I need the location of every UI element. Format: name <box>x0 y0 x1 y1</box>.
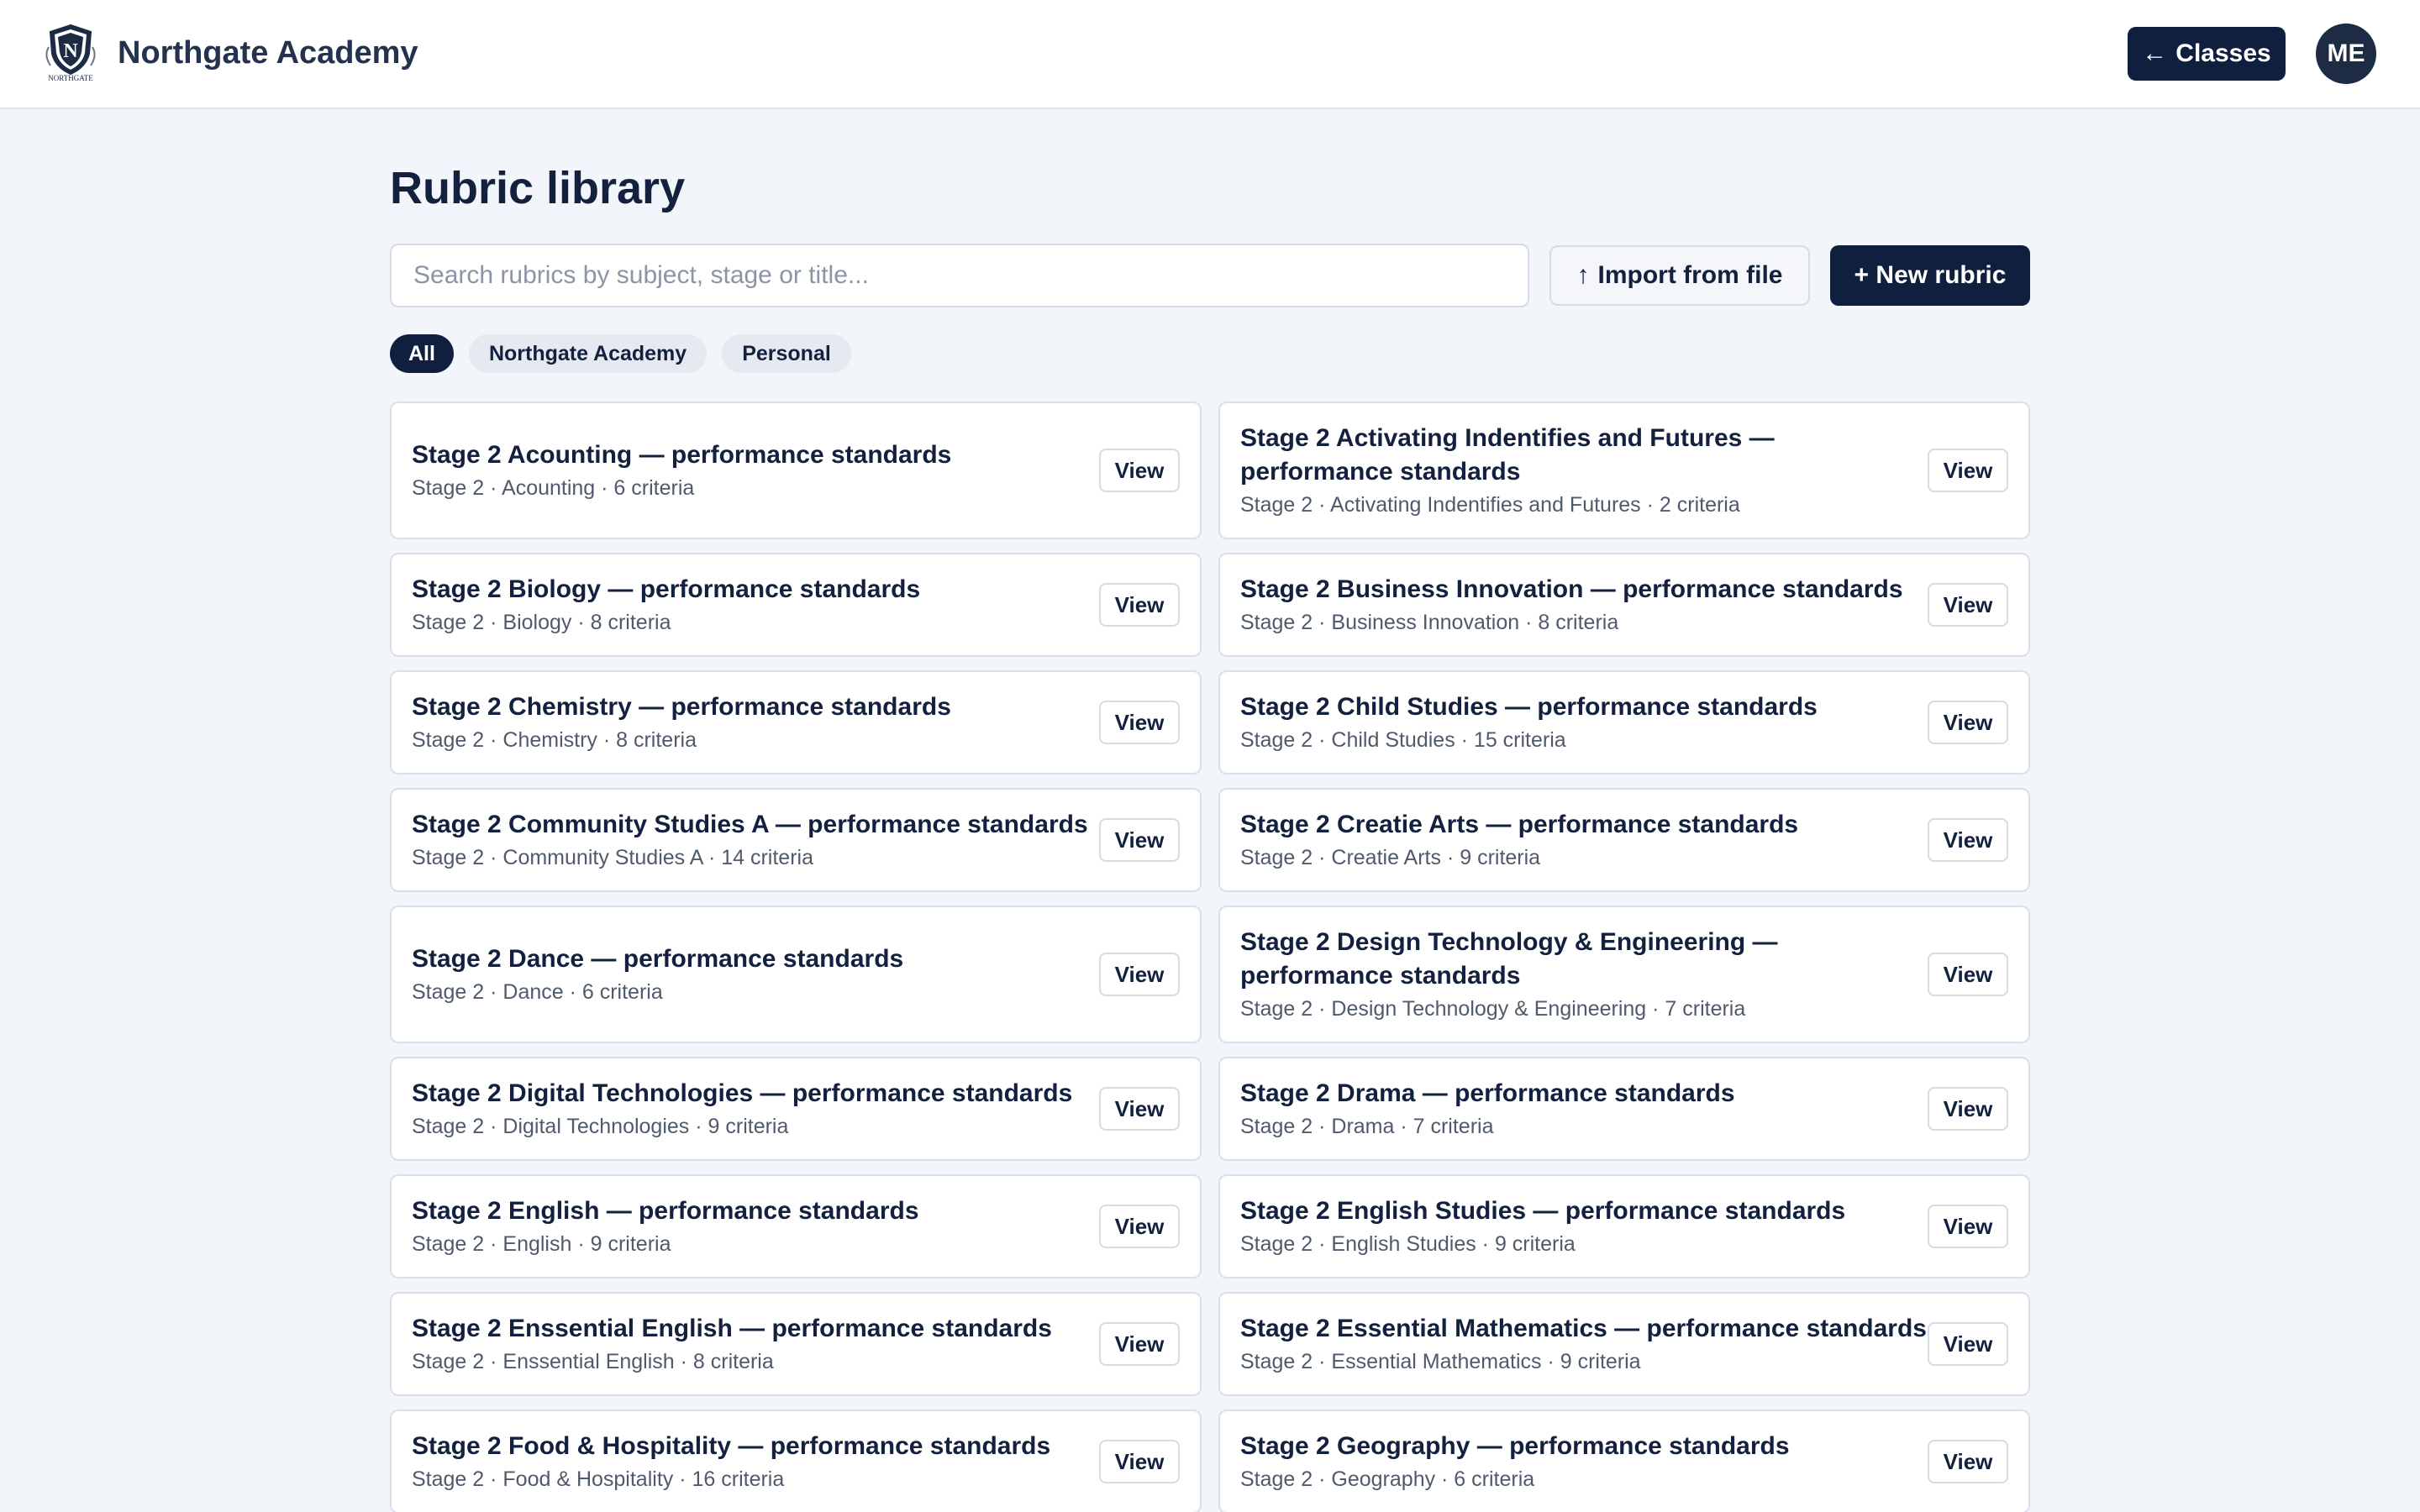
filter-chip-personal[interactable]: Personal <box>722 334 851 373</box>
arrow-left-icon: ← <box>2142 39 2168 67</box>
rubric-title: Stage 2 Biology — performance standards <box>412 575 921 603</box>
view-rubric-button[interactable]: View <box>1099 1322 1180 1366</box>
svg-text:NORTHGATE: NORTHGATE <box>48 74 93 82</box>
rubric-meta: Stage 2 · Chemistry · 8 criteria <box>412 728 697 752</box>
rubric-title: Stage 2 Geography — performance standard… <box>1240 1432 1790 1460</box>
rubric-card: Stage 2 Geography — performance standard… <box>1218 1410 2030 1512</box>
rubric-card: Stage 2 Essential Mathematics — performa… <box>1218 1292 2030 1396</box>
rubric-card: Stage 2 Business Innovation — performanc… <box>1218 553 2030 657</box>
view-rubric-button[interactable]: View <box>1099 583 1180 627</box>
filter-chips: All Northgate Academy Personal <box>390 334 851 373</box>
rubric-title: Stage 2 Enssential English — performance… <box>412 1315 1052 1342</box>
rubric-meta: Stage 2 · Biology · 8 criteria <box>412 611 671 634</box>
rubric-title: Stage 2 Drama — performance standards <box>1240 1079 1735 1107</box>
rubric-meta: Stage 2 · Drama · 7 criteria <box>1240 1115 1494 1138</box>
rubric-card: Stage 2 Child Studies — performance stan… <box>1218 670 2030 774</box>
view-rubric-button[interactable]: View <box>1099 1205 1180 1248</box>
view-rubric-button[interactable]: View <box>1928 1322 2008 1366</box>
view-rubric-button[interactable]: View <box>1928 818 2008 862</box>
school-crest-logo[interactable]: N NORTHGATE <box>42 22 99 82</box>
rubric-card: Stage 2 Food & Hospitality — performance… <box>390 1410 1202 1512</box>
rubric-card: Stage 2 Creatie Arts — performance stand… <box>1218 788 2030 892</box>
rubric-title: Stage 2 English — performance standards <box>412 1197 919 1225</box>
rubric-title: Stage 2 Food & Hospitality — performance… <box>412 1432 1051 1460</box>
rubric-meta: Stage 2 · Activating Indentifies and Fut… <box>1240 493 1740 517</box>
rubric-card: Stage 2 English — performance standards … <box>390 1174 1202 1278</box>
rubric-meta: Stage 2 · Enssential English · 8 criteri… <box>412 1350 774 1373</box>
rubric-title: Stage 2 Chemistry — performance standard… <box>412 693 951 721</box>
rubric-search-input[interactable] <box>390 244 1529 307</box>
classes-button-label: Classes <box>2175 39 2271 67</box>
rubric-title: Stage 2 Digital Technologies — performan… <box>412 1079 1073 1107</box>
new-rubric-button[interactable]: + New rubric <box>1830 245 2030 306</box>
rubric-meta: Stage 2 · Food & Hospitality · 16 criter… <box>412 1467 785 1491</box>
filter-chip-northgate-academy[interactable]: Northgate Academy <box>468 334 708 373</box>
rubric-meta: Stage 2 · English · 9 criteria <box>412 1232 671 1256</box>
rubric-card: Stage 2 Dance — performance standards St… <box>390 906 1202 1043</box>
rubric-card: Stage 2 Drama — performance standards St… <box>1218 1057 2030 1161</box>
rubric-title: Stage 2 Acounting — performance standard… <box>412 441 952 469</box>
import-button-label: Import from file <box>1597 261 1783 289</box>
view-rubric-button[interactable]: View <box>1928 701 2008 744</box>
page-title: Rubric library <box>390 163 686 213</box>
view-rubric-button[interactable]: View <box>1099 449 1180 492</box>
view-rubric-button[interactable]: View <box>1928 1440 2008 1483</box>
arrow-up-icon: ↑ <box>1576 261 1590 289</box>
rubric-title: Stage 2 Business Innovation — performanc… <box>1240 575 1903 603</box>
rubric-card: Stage 2 Design Technology & Engineering … <box>1218 906 2030 1043</box>
rubric-meta: Stage 2 · Design Technology & Engineerin… <box>1240 997 1746 1021</box>
rubric-meta: Stage 2 · Digital Technologies · 9 crite… <box>412 1115 789 1138</box>
rubric-card: Stage 2 Community Studies A — performanc… <box>390 788 1202 892</box>
view-rubric-button[interactable]: View <box>1928 1205 2008 1248</box>
view-rubric-button[interactable]: View <box>1099 1087 1180 1131</box>
rubric-title: Stage 2 Child Studies — performance stan… <box>1240 693 1818 721</box>
rubric-title: Stage 2 Essential Mathematics — performa… <box>1240 1315 1927 1342</box>
rubric-meta: Stage 2 · Dance · 6 criteria <box>412 980 663 1004</box>
back-to-classes-button[interactable]: ← Classes <box>2128 27 2286 81</box>
rubric-meta: Stage 2 · Acounting · 6 criteria <box>412 476 695 500</box>
rubric-meta: Stage 2 · Creatie Arts · 9 criteria <box>1240 846 1541 869</box>
top-bar: N NORTHGATE Northgate Academy ← Classes … <box>0 0 2420 109</box>
rubric-card: Stage 2 Acounting — performance standard… <box>390 402 1202 539</box>
svg-text:N: N <box>63 40 78 62</box>
view-rubric-button[interactable]: View <box>1099 701 1180 744</box>
rubric-meta: Stage 2 · Business Innovation · 8 criter… <box>1240 611 1619 634</box>
rubric-title: Stage 2 Activating Indentifies and Futur… <box>1240 424 1775 486</box>
rubric-card: Stage 2 Chemistry — performance standard… <box>390 670 1202 774</box>
rubric-meta: Stage 2 · Essential Mathematics · 9 crit… <box>1240 1350 1641 1373</box>
rubric-title: Stage 2 Dance — performance standards <box>412 945 904 973</box>
rubric-grid: Stage 2 Acounting — performance standard… <box>390 402 2030 1512</box>
view-rubric-button[interactable]: View <box>1099 953 1180 996</box>
rubric-meta: Stage 2 · Geography · 6 criteria <box>1240 1467 1535 1491</box>
rubric-meta: Stage 2 · Community Studies A · 14 crite… <box>412 846 813 869</box>
brand-name: Northgate Academy <box>118 35 418 71</box>
rubric-card: Stage 2 Digital Technologies — performan… <box>390 1057 1202 1161</box>
rubric-title: Stage 2 Design Technology & Engineering … <box>1240 928 1778 990</box>
rubric-card: Stage 2 Biology — performance standards … <box>390 553 1202 657</box>
rubric-title: Stage 2 Community Studies A — performanc… <box>412 811 1088 838</box>
rubric-meta: Stage 2 · English Studies · 9 criteria <box>1240 1232 1576 1256</box>
view-rubric-button[interactable]: View <box>1099 1440 1180 1483</box>
view-rubric-button[interactable]: View <box>1928 1087 2008 1131</box>
import-from-file-button[interactable]: ↑ Import from file <box>1549 245 1810 306</box>
rubric-card: Stage 2 Enssential English — performance… <box>390 1292 1202 1396</box>
view-rubric-button[interactable]: View <box>1928 953 2008 996</box>
filter-chip-all[interactable]: All <box>390 334 454 373</box>
view-rubric-button[interactable]: View <box>1928 583 2008 627</box>
rubric-meta: Stage 2 · Child Studies · 15 criteria <box>1240 728 1566 752</box>
view-rubric-button[interactable]: View <box>1928 449 2008 492</box>
rubric-title: Stage 2 English Studies — performance st… <box>1240 1197 1846 1225</box>
user-avatar[interactable]: ME <box>2316 24 2376 84</box>
rubric-title: Stage 2 Creatie Arts — performance stand… <box>1240 811 1799 838</box>
rubric-card: Stage 2 English Studies — performance st… <box>1218 1174 2030 1278</box>
view-rubric-button[interactable]: View <box>1099 818 1180 862</box>
rubric-card: Stage 2 Activating Indentifies and Futur… <box>1218 402 2030 539</box>
